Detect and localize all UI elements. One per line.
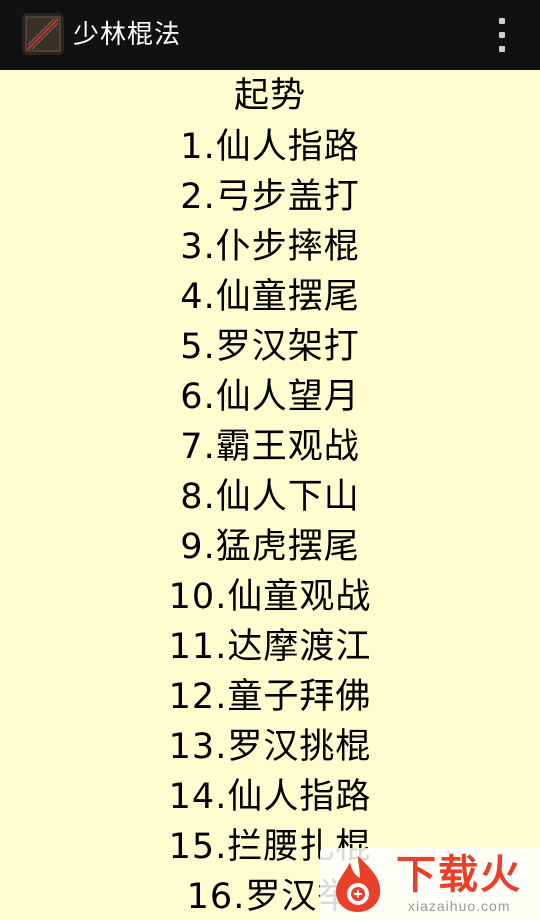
watermark-logo-text: 下载火 bbox=[396, 852, 522, 898]
overflow-menu-icon[interactable] bbox=[490, 18, 514, 52]
app-title: 少林棍法 bbox=[73, 20, 182, 50]
menu-dot bbox=[499, 32, 505, 38]
list-item: 1.仙人指路 bbox=[180, 127, 360, 167]
list-item: 14.仙人指路 bbox=[168, 777, 372, 817]
list-item: 11.达摩渡江 bbox=[168, 627, 372, 667]
flame-logo-icon bbox=[330, 854, 386, 914]
list-item: 3.仆步摔棍 bbox=[180, 227, 360, 267]
content-area[interactable]: 起势 1.仙人指路 2.弓步盖打 3.仆步摔棍 4.仙童摆尾 5.罗汉架打 6.… bbox=[0, 70, 540, 920]
menu-dot bbox=[499, 46, 505, 52]
form-list: 起势 1.仙人指路 2.弓步盖打 3.仆步摔棍 4.仙童摆尾 5.罗汉架打 6.… bbox=[0, 70, 540, 920]
list-item-heading: 起势 bbox=[233, 76, 306, 116]
list-item: 12.童子拜佛 bbox=[168, 677, 372, 717]
app-icon[interactable] bbox=[22, 13, 64, 55]
action-bar: 少林棍法 bbox=[0, 0, 540, 70]
watermark-domain: xiazaihuo.com bbox=[408, 898, 511, 914]
list-item: 5.罗汉架打 bbox=[180, 327, 360, 367]
list-item: 9.猛虎摆尾 bbox=[180, 527, 360, 567]
list-item: 4.仙童摆尾 bbox=[180, 277, 360, 317]
list-item: 7.霸王观战 bbox=[180, 427, 360, 467]
menu-dot bbox=[499, 18, 505, 24]
list-item: 8.仙人下山 bbox=[180, 477, 360, 517]
list-item: 10.仙童观战 bbox=[168, 577, 372, 617]
list-item: 2.弓步盖打 bbox=[180, 177, 360, 217]
list-item: 6.仙人望月 bbox=[180, 377, 360, 417]
list-item: 13.罗汉挑棍 bbox=[168, 727, 372, 767]
watermark: 下载火 xiazaihuo.com bbox=[320, 848, 540, 920]
